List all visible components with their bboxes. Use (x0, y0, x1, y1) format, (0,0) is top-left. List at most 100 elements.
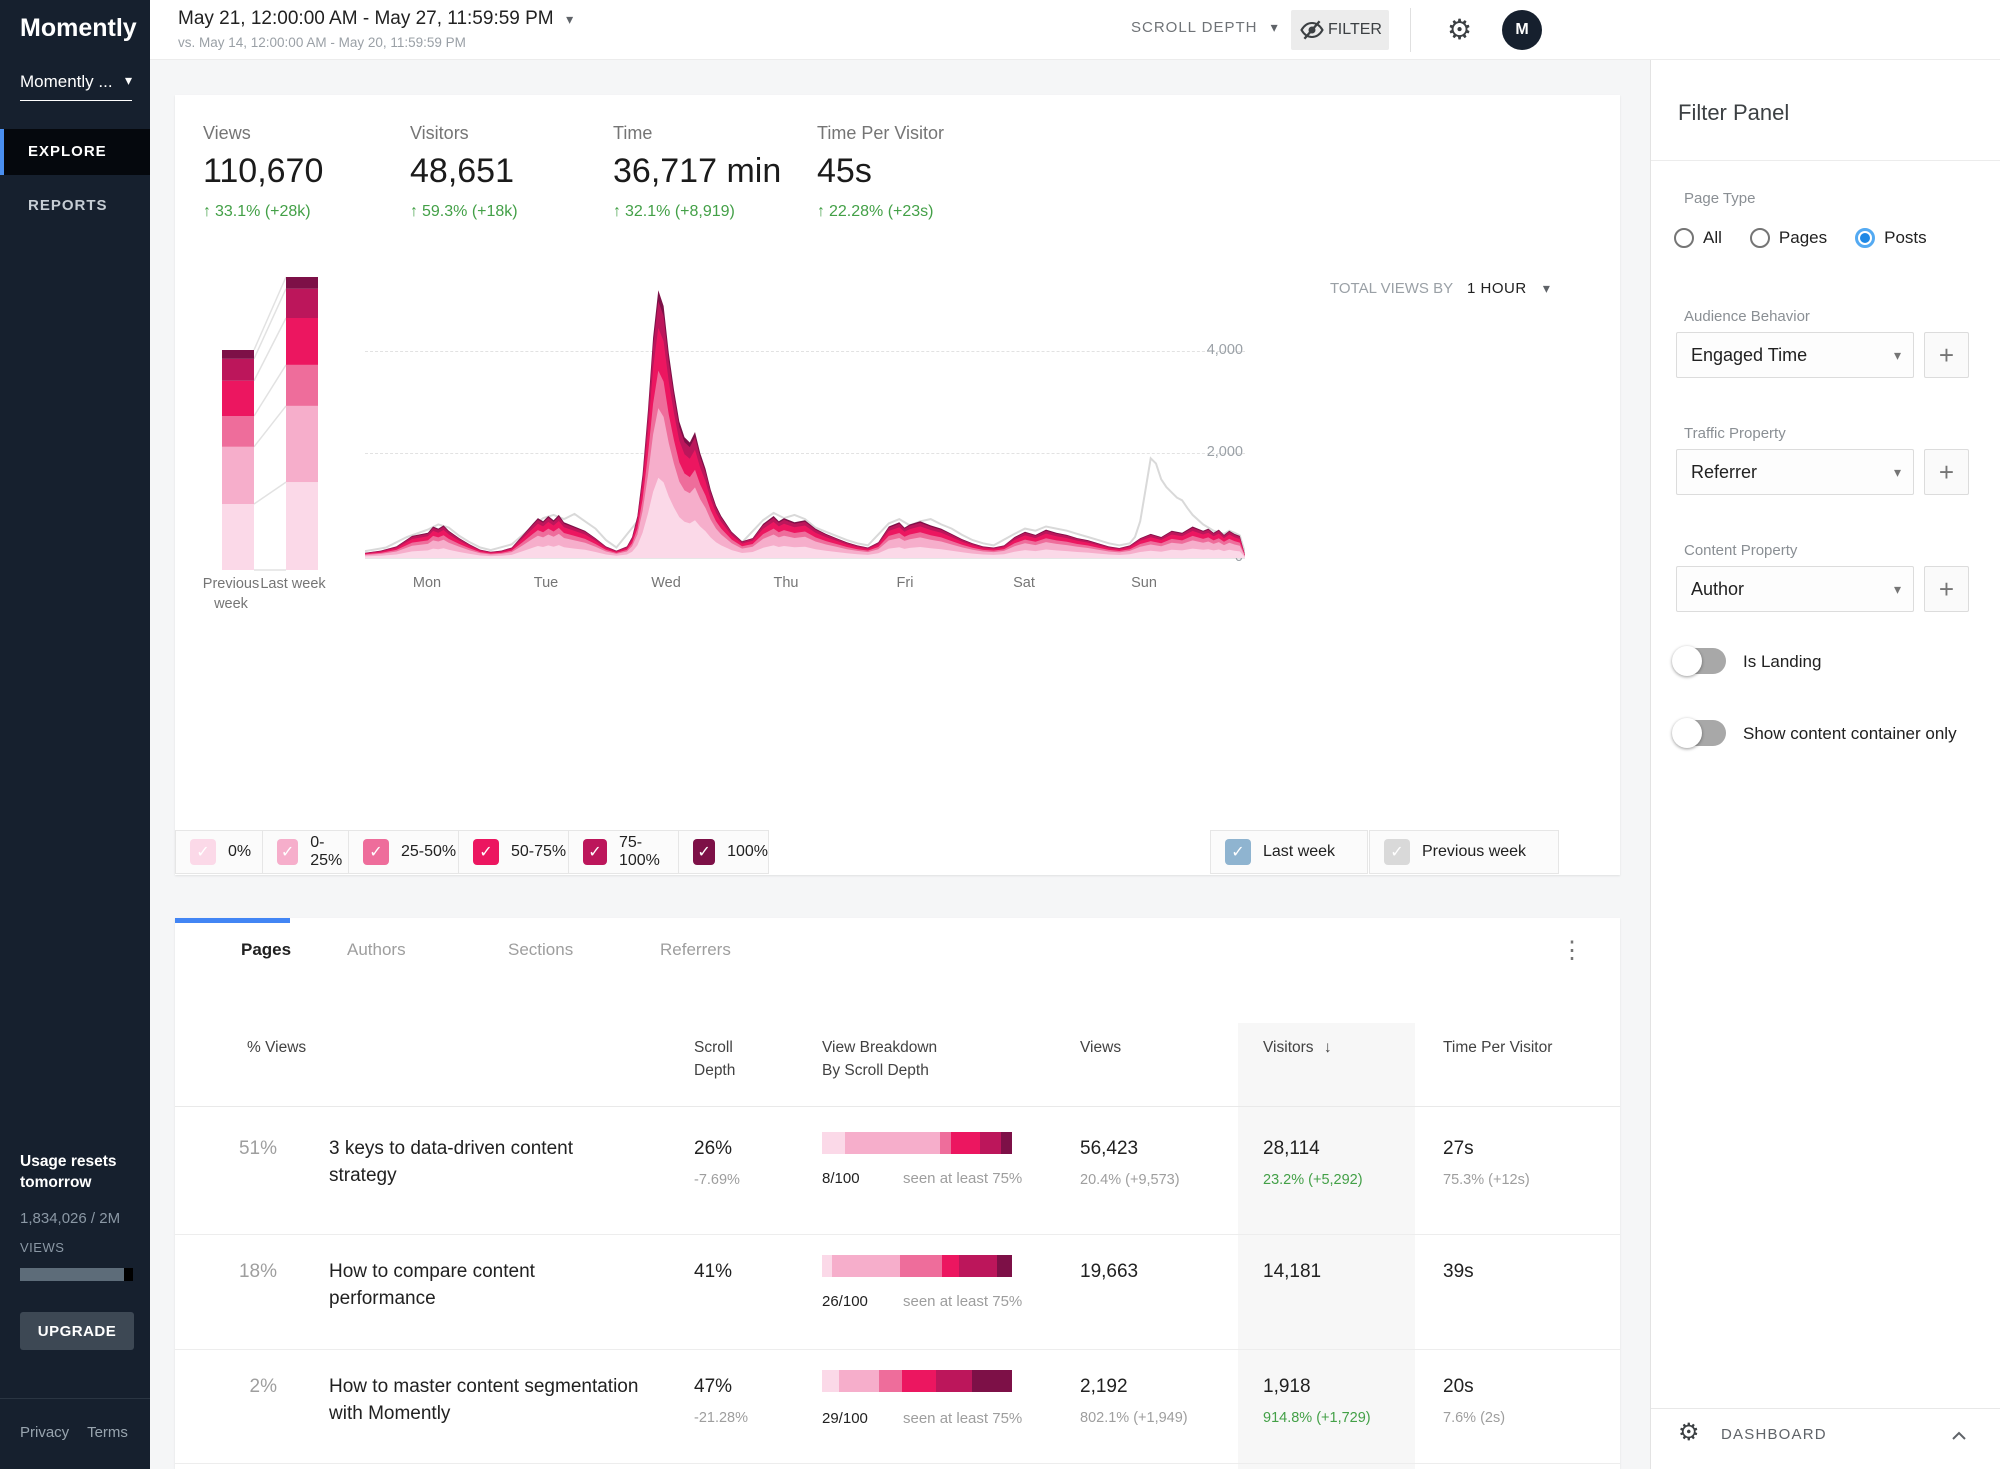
checkbox-0-25[interactable]: ✓ (277, 839, 298, 865)
scroll-depth-breakdown-bar (822, 1132, 1012, 1154)
row-scroll-depth: 41% (694, 1261, 732, 1283)
collapse-chevron-up-icon[interactable] (1951, 1428, 1967, 1446)
legend-cell-75-100: ✓ 75-100% (568, 830, 679, 874)
stat-delta: ↑22.28% (+23s) (817, 203, 944, 221)
row-pct-views: 51% (205, 1138, 277, 1160)
radio-label: Posts (1884, 228, 1927, 248)
breakdown-segment (822, 1370, 839, 1392)
content-property-select[interactable]: Author ▾ (1676, 566, 1914, 612)
radio-all[interactable]: All (1674, 228, 1722, 248)
chevron-down-icon: ▾ (125, 72, 132, 89)
checkbox-75-100[interactable]: ✓ (583, 839, 607, 865)
upgrade-button[interactable]: UPGRADE (20, 1312, 134, 1350)
legend-cell-0pct: ✓ 0% (175, 830, 263, 874)
toggle-knob (1672, 646, 1702, 676)
traffic-property-select[interactable]: Referrer ▾ (1676, 449, 1914, 495)
legend-cell-previous-week: ✓ Previous week (1369, 830, 1559, 874)
site-select[interactable]: Momently ... ▾ (20, 72, 132, 101)
tab-pages[interactable]: Pages (241, 940, 291, 960)
legend-label: 0-25% (310, 834, 348, 870)
date-range-picker[interactable]: May 21, 12:00:00 AM - May 27, 11:59:59 P… (178, 8, 573, 50)
settings-gear-icon[interactable]: ⚙ (1447, 12, 1472, 48)
breakdown-segment (942, 1255, 959, 1277)
x-label-thu: Thu (756, 575, 816, 591)
row-tpv-delta: 7.6% (2s) (1443, 1410, 1505, 1426)
radio-posts[interactable]: Posts (1855, 228, 1927, 248)
tab-sections[interactable]: Sections (508, 940, 573, 960)
sidebar-item-reports[interactable]: REPORTS (0, 183, 150, 229)
table-row[interactable]: 2% How to master content segmentation wi… (175, 1350, 1620, 1464)
page-type-label: Page Type (1684, 190, 1755, 207)
page-type-radio-group: All Pages Posts (1674, 228, 1955, 248)
topbar-divider (1410, 8, 1411, 52)
col-header-time-per-visitor[interactable]: Time Per Visitor (1443, 1036, 1552, 1059)
chart-interval-value: 1 HOUR (1467, 280, 1527, 297)
x-label-mon: Mon (397, 575, 457, 591)
terms-link[interactable]: Terms (87, 1424, 128, 1441)
stat-visitors: Visitors 48,651 ↑59.3% (+18k) (410, 123, 518, 221)
row-visitors: 1,918 (1263, 1376, 1311, 1398)
dashboard-gear-icon[interactable]: ⚙ (1678, 1418, 1700, 1447)
checkbox-0pct[interactable]: ✓ (190, 839, 216, 865)
chevron-down-icon: ▾ (1894, 581, 1901, 598)
row-page-title[interactable]: How to compare content performance (329, 1259, 644, 1312)
checkbox-last-week[interactable]: ✓ (1225, 839, 1251, 865)
col-header-view-breakdown[interactable]: View Breakdown By Scroll Depth (822, 1036, 937, 1083)
checkbox-100[interactable]: ✓ (693, 839, 715, 865)
x-label-sat: Sat (994, 575, 1054, 591)
row-page-title[interactable]: 3 keys to data-driven content strategy (329, 1136, 644, 1189)
checkbox-25-50[interactable]: ✓ (363, 839, 389, 865)
chevron-down-icon: ▾ (566, 11, 573, 27)
table-header-divider (175, 1106, 1620, 1107)
row-visitors: 28,114 (1263, 1138, 1320, 1160)
show-content-container-toggle[interactable] (1674, 720, 1726, 746)
stat-value: 110,670 (203, 152, 323, 191)
checkbox-50-75[interactable]: ✓ (473, 839, 499, 865)
breakdown-segment (1001, 1132, 1012, 1154)
col-header-views[interactable]: Views (1080, 1036, 1121, 1059)
table-row[interactable]: 18% How to compare content performance 4… (175, 1235, 1620, 1350)
sidebar-item-explore[interactable]: EXPLORE (0, 129, 150, 175)
breakdown-segment (839, 1370, 879, 1392)
panel-divider (1651, 1408, 2000, 1409)
tab-authors[interactable]: Authors (347, 940, 406, 960)
col-header-label: Visitors (1263, 1039, 1314, 1056)
filter-button[interactable]: FILTER (1291, 10, 1389, 50)
momently-analytics-screen: May 21, 12:00:00 AM - May 27, 11:59:59 P… (0, 0, 2000, 1469)
is-landing-toggle[interactable] (1674, 648, 1726, 674)
dashboard-link[interactable]: DASHBOARD (1721, 1426, 1827, 1443)
table-row[interactable]: 51% 3 keys to data-driven content strate… (175, 1108, 1620, 1235)
stat-label: Views (203, 123, 323, 144)
legend-cell-100: ✓ 100% (678, 830, 769, 874)
tab-referrers[interactable]: Referrers (660, 940, 731, 960)
select-value: Engaged Time (1691, 345, 1807, 366)
row-page-title[interactable]: How to master content segmentation with … (329, 1374, 644, 1427)
chart-interval-select[interactable]: TOTAL VIEWS BY 1 HOUR ▾ (1330, 280, 1550, 297)
col-header-line: By Scroll Depth (822, 1059, 937, 1082)
col-header-scroll-depth[interactable]: Scroll Depth (694, 1036, 735, 1083)
col-header-pct-views[interactable]: % Views (247, 1036, 306, 1059)
breakdown-segment (980, 1132, 1001, 1154)
audience-behavior-select[interactable]: Engaged Time ▾ (1676, 332, 1914, 378)
sort-down-arrow-icon: ↓ (1324, 1039, 1332, 1056)
chart-interval-prefix: TOTAL VIEWS BY (1330, 280, 1453, 297)
nav-label: REPORTS (28, 197, 108, 214)
radio-pages[interactable]: Pages (1750, 228, 1827, 248)
table-menu-kebab-icon[interactable]: ⋮ (1560, 936, 1584, 965)
checkbox-previous-week[interactable]: ✓ (1384, 839, 1410, 865)
add-audience-behavior-button[interactable]: + (1924, 332, 1969, 378)
privacy-link[interactable]: Privacy (20, 1424, 69, 1441)
stat-delta-value: 33.1% (+28k) (215, 203, 311, 220)
breakdown-segment (936, 1370, 972, 1392)
filter-button-label: FILTER (1328, 21, 1382, 39)
breakdown-segment (845, 1132, 940, 1154)
add-content-property-button[interactable]: + (1924, 566, 1969, 612)
user-avatar[interactable]: M (1502, 10, 1542, 50)
radio-label: All (1703, 228, 1722, 248)
metric-select[interactable]: SCROLL DEPTH ▾ (1131, 19, 1279, 36)
legend-label: 25-50% (401, 843, 456, 861)
add-traffic-property-button[interactable]: + (1924, 449, 1969, 495)
col-header-visitors[interactable]: Visitors ↓ (1263, 1036, 1332, 1059)
stat-time: Time 36,717 min ↑32.1% (+8,919) (613, 123, 781, 221)
row-views: 56,423 (1080, 1138, 1138, 1160)
